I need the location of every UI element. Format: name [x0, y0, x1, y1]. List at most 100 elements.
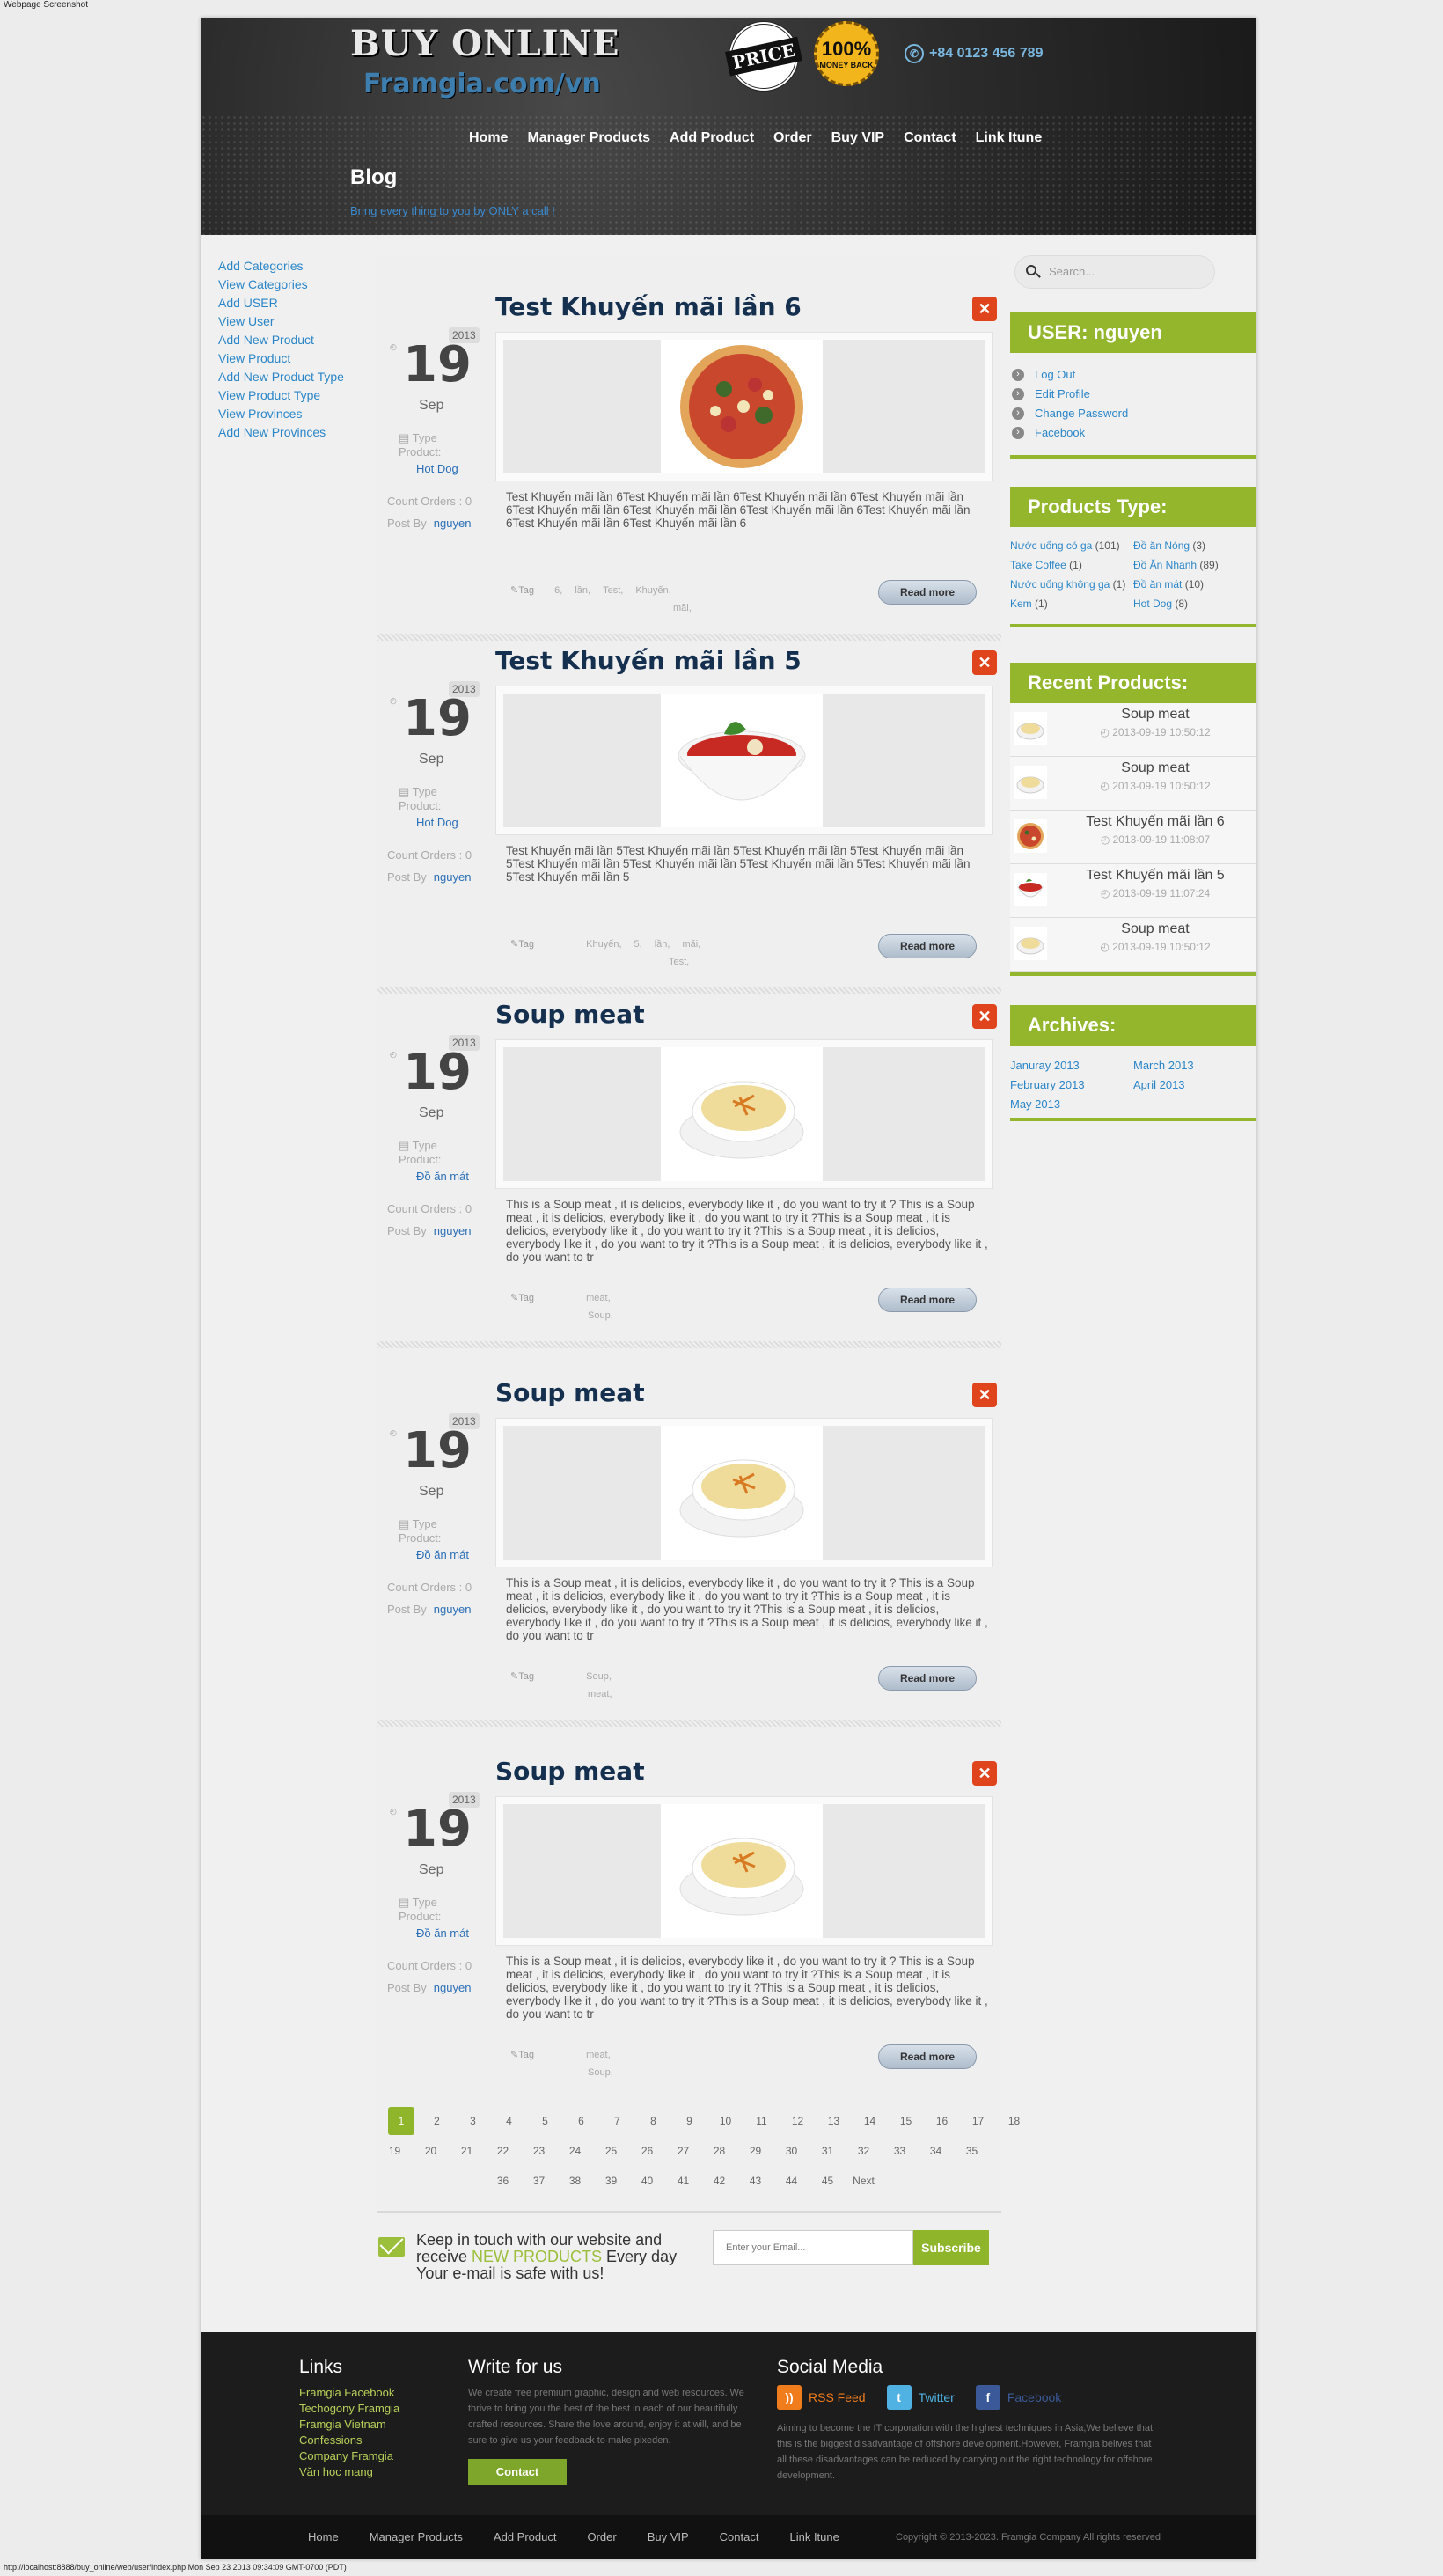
footer-nav-buy-vip[interactable]: Buy VIP	[648, 2530, 689, 2543]
post-type-value[interactable]: Hot Dog	[416, 816, 482, 829]
tag-link[interactable]: Khuyến,	[635, 585, 670, 596]
nav-manager-products[interactable]: Manager Products	[527, 130, 650, 146]
page-number[interactable]: 7	[599, 2107, 635, 2135]
tag-link[interactable]: Soup,	[588, 1310, 613, 1321]
cream-soup-thumbnail[interactable]	[1014, 927, 1047, 960]
link-view-user[interactable]: View User	[218, 312, 344, 331]
link-view-product-type[interactable]: View Product Type	[218, 386, 344, 405]
tag-link[interactable]: meat,	[586, 2050, 611, 2060]
link-add-user[interactable]: Add USER	[218, 294, 344, 312]
page-number[interactable]: 11	[743, 2107, 780, 2135]
page-number[interactable]: 16	[924, 2107, 960, 2135]
link-add-categories[interactable]: Add Categories	[218, 257, 344, 275]
tag-link[interactable]: 5,	[634, 939, 642, 950]
page-number[interactable]: 36	[485, 2167, 521, 2195]
archive-link[interactable]: Januray 2013	[1010, 1056, 1133, 1075]
tag-link[interactable]: Soup,	[586, 1671, 612, 1682]
post-title[interactable]: Soup meat	[495, 1757, 645, 1786]
page-number[interactable]: 20	[413, 2137, 449, 2165]
post-type-value[interactable]: Hot Dog	[416, 462, 482, 475]
link-view-provinces[interactable]: View Provinces	[218, 405, 344, 423]
author-link[interactable]: nguyen	[434, 1603, 472, 1616]
footer-nav-home[interactable]: Home	[308, 2530, 339, 2543]
cream-soup-thumbnail[interactable]	[1014, 712, 1047, 745]
page-number[interactable]: 42	[701, 2167, 737, 2195]
footer-link[interactable]: Framgia Facebook	[299, 2385, 399, 2401]
cream-soup-image[interactable]	[661, 1804, 823, 1938]
footer-link[interactable]: Techogony Framgia	[299, 2401, 399, 2417]
page-number[interactable]: 35	[954, 2137, 990, 2165]
read-more-button[interactable]: Read more	[878, 580, 977, 605]
tag-link[interactable]: 6,	[554, 585, 562, 596]
tag-link[interactable]: lần,	[655, 939, 670, 950]
recent-product-item[interactable]: Soup meat ◴ 2013-09-19 10:50:12	[1010, 757, 1256, 811]
page-number[interactable]: 44	[773, 2167, 809, 2195]
product-type-item[interactable]: Nước uống có ga (101)	[1010, 536, 1133, 555]
link-add-new-provinces[interactable]: Add New Provinces	[218, 423, 344, 442]
tomato-soup-thumbnail[interactable]	[1014, 873, 1047, 906]
page-number[interactable]: 39	[593, 2167, 629, 2195]
page-number[interactable]: 3	[455, 2107, 491, 2135]
author-link[interactable]: nguyen	[434, 1981, 472, 1994]
tag-link[interactable]: Test,	[669, 957, 689, 967]
page-number[interactable]: 24	[557, 2137, 593, 2165]
read-more-button[interactable]: Read more	[878, 1288, 977, 1312]
search-input[interactable]: Search...	[1014, 255, 1215, 289]
product-type-item[interactable]: Đồ ăn Nóng (3)	[1133, 536, 1256, 555]
delete-post-button[interactable]: ✕	[972, 1761, 997, 1786]
page-number[interactable]: 40	[629, 2167, 665, 2195]
logo-subtitle[interactable]: Framgia.com/vn	[363, 69, 601, 99]
edit-profile-link[interactable]: Edit Profile	[1010, 385, 1256, 404]
page-number[interactable]: 15	[888, 2107, 924, 2135]
recent-product-item[interactable]: Test Khuyến mãi lần 6 ◴ 2013-09-19 11:08:…	[1010, 811, 1256, 864]
post-title[interactable]: Soup meat	[495, 1000, 645, 1029]
page-number[interactable]: 17	[960, 2107, 996, 2135]
tag-link[interactable]: Khuyến,	[586, 939, 621, 950]
page-number[interactable]: 18	[996, 2107, 1032, 2135]
read-more-button[interactable]: Read more	[878, 934, 977, 958]
recent-product-item[interactable]: Soup meat ◴ 2013-09-19 10:50:12	[1010, 918, 1256, 972]
contact-button[interactable]: Contact	[468, 2459, 567, 2485]
author-link[interactable]: nguyen	[434, 1224, 472, 1237]
logout-link[interactable]: Log Out	[1010, 365, 1256, 385]
post-title[interactable]: Test Khuyến mãi lần 6	[495, 292, 802, 321]
next-page-button[interactable]: Next	[846, 2167, 882, 2195]
nav-buy-vip[interactable]: Buy VIP	[831, 130, 884, 146]
archive-link[interactable]: April 2013	[1133, 1075, 1256, 1095]
link-add-new-product[interactable]: Add New Product	[218, 331, 344, 349]
archive-link[interactable]: March 2013	[1133, 1056, 1256, 1075]
page-number[interactable]: 12	[780, 2107, 816, 2135]
email-input[interactable]: Enter your Email...	[713, 2230, 913, 2265]
page-number[interactable]: 25	[593, 2137, 629, 2165]
footer-link[interactable]: Confessions	[299, 2433, 399, 2448]
archive-link[interactable]: February 2013	[1010, 1075, 1133, 1095]
page-number[interactable]: 5	[527, 2107, 563, 2135]
facebook-link[interactable]: f Facebook	[975, 2385, 1061, 2410]
nav-home[interactable]: Home	[469, 130, 508, 146]
page-number[interactable]: 28	[701, 2137, 737, 2165]
page-number[interactable]: 27	[665, 2137, 701, 2165]
page-number[interactable]: 13	[816, 2107, 852, 2135]
tag-link[interactable]: meat,	[586, 1293, 611, 1303]
facebook-link[interactable]: Facebook	[1010, 423, 1256, 443]
page-number[interactable]: 23	[521, 2137, 557, 2165]
author-link[interactable]: nguyen	[434, 517, 472, 530]
pizza-thumbnail[interactable]	[1014, 819, 1047, 853]
page-number[interactable]: 43	[737, 2167, 773, 2195]
archive-link[interactable]: May 2013	[1010, 1095, 1133, 1114]
delete-post-button[interactable]: ✕	[972, 650, 997, 675]
page-number[interactable]: 33	[882, 2137, 918, 2165]
page-number[interactable]: 30	[773, 2137, 809, 2165]
delete-post-button[interactable]: ✕	[972, 1383, 997, 1407]
page-number[interactable]: 26	[629, 2137, 665, 2165]
author-link[interactable]: nguyen	[434, 870, 472, 884]
page-number[interactable]: 22	[485, 2137, 521, 2165]
change-password-link[interactable]: Change Password	[1010, 404, 1256, 423]
link-view-categories[interactable]: View Categories	[218, 275, 344, 294]
read-more-button[interactable]: Read more	[878, 1666, 977, 1691]
page-number[interactable]: 34	[918, 2137, 954, 2165]
page-number[interactable]: 32	[846, 2137, 882, 2165]
page-number[interactable]: 45	[809, 2167, 846, 2195]
page-number[interactable]: 41	[665, 2167, 701, 2195]
post-title[interactable]: Soup meat	[495, 1378, 645, 1407]
